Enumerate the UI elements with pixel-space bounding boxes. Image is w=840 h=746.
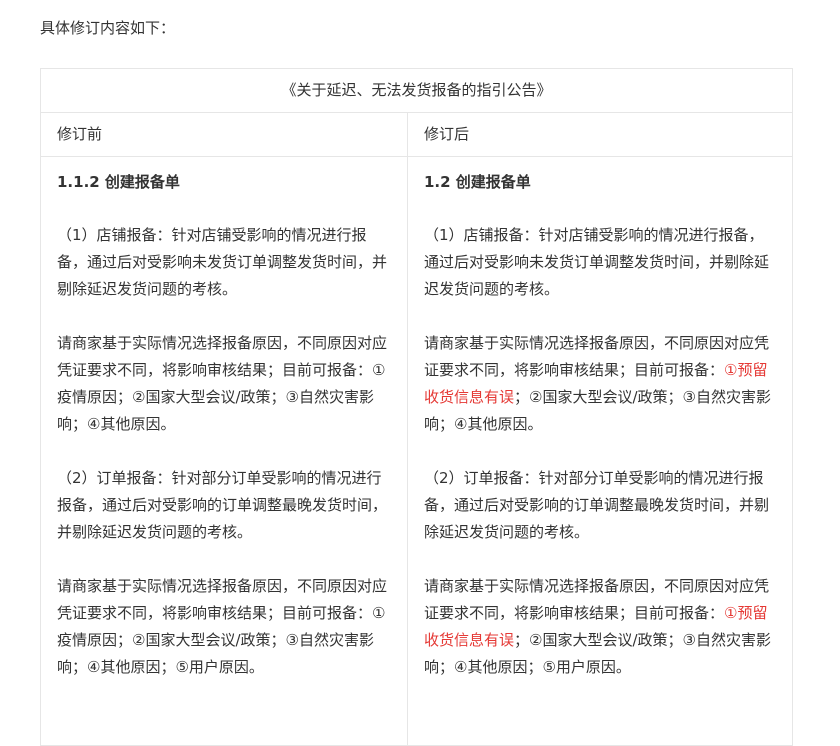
before-paragraph-3: （2）订单报备：针对部分订单受影响的情况进行报备，通过后对受影响的订单调整最晚发…	[57, 469, 388, 541]
intro-text: 具体修订内容如下：	[40, 19, 176, 37]
table-row: 1.1.2 创建报备单 （1）店铺报备：针对店铺受影响的情况进行报备，通过后对受…	[40, 156, 794, 746]
after-paragraph-1: （1）店铺报备：针对店铺受影响的情况进行报备，通过后对受影响未发货订单调整发货时…	[424, 226, 770, 298]
after-cell: 1.2 创建报备单 （1）店铺报备：针对店铺受影响的情况进行报备，通过后对受影响…	[406, 156, 794, 746]
table-title: 《关于延迟、无法发货报备的指引公告》	[39, 68, 794, 113]
before-cell: 1.1.2 创建报备单 （1）店铺报备：针对店铺受影响的情况进行报备，通过后对受…	[40, 156, 408, 746]
before-paragraph-1: （1）店铺报备：针对店铺受影响的情况进行报备，通过后对受影响未发货订单调整发货时…	[57, 226, 388, 298]
after-paragraph-2: 请商家基于实际情况选择报备原因，不同原因对应凭证要求不同，将影响审核结果；目前可…	[424, 330, 778, 438]
column-header-before: 修订前	[40, 112, 408, 157]
after-paragraph-4: 请商家基于实际情况选择报备原因，不同原因对应凭证要求不同，将影响审核结果；目前可…	[424, 573, 778, 681]
revision-table: 《关于延迟、无法发货报备的指引公告》 修订前 修订后 1.1.2 创建报备单 （…	[39, 68, 794, 746]
table-header-row: 修订前 修订后	[40, 112, 794, 157]
column-header-after: 修订后	[406, 112, 794, 157]
before-heading: 1.1.2 创建报备单	[57, 173, 180, 191]
after-p2-text-start: 请商家基于实际情况选择报备原因，不同原因对应凭证要求不同，将影响审核结果；目前可…	[424, 334, 770, 379]
after-paragraph-3: （2）订单报备：针对部分订单受影响的情况进行报备，通过后对受影响的订单调整最晚发…	[424, 469, 770, 541]
table-title-row: 《关于延迟、无法发货报备的指引公告》	[39, 68, 794, 113]
after-p4-text-start: 请商家基于实际情况选择报备原因，不同原因对应凭证要求不同，将影响审核结果；目前可…	[424, 577, 770, 622]
before-paragraph-2: 请商家基于实际情况选择报备原因，不同原因对应凭证要求不同，将影响审核结果；目前可…	[57, 334, 388, 433]
before-paragraph-4: 请商家基于实际情况选择报备原因，不同原因对应凭证要求不同，将影响审核结果；目前可…	[57, 577, 388, 676]
after-heading: 1.2 创建报备单	[424, 173, 531, 191]
